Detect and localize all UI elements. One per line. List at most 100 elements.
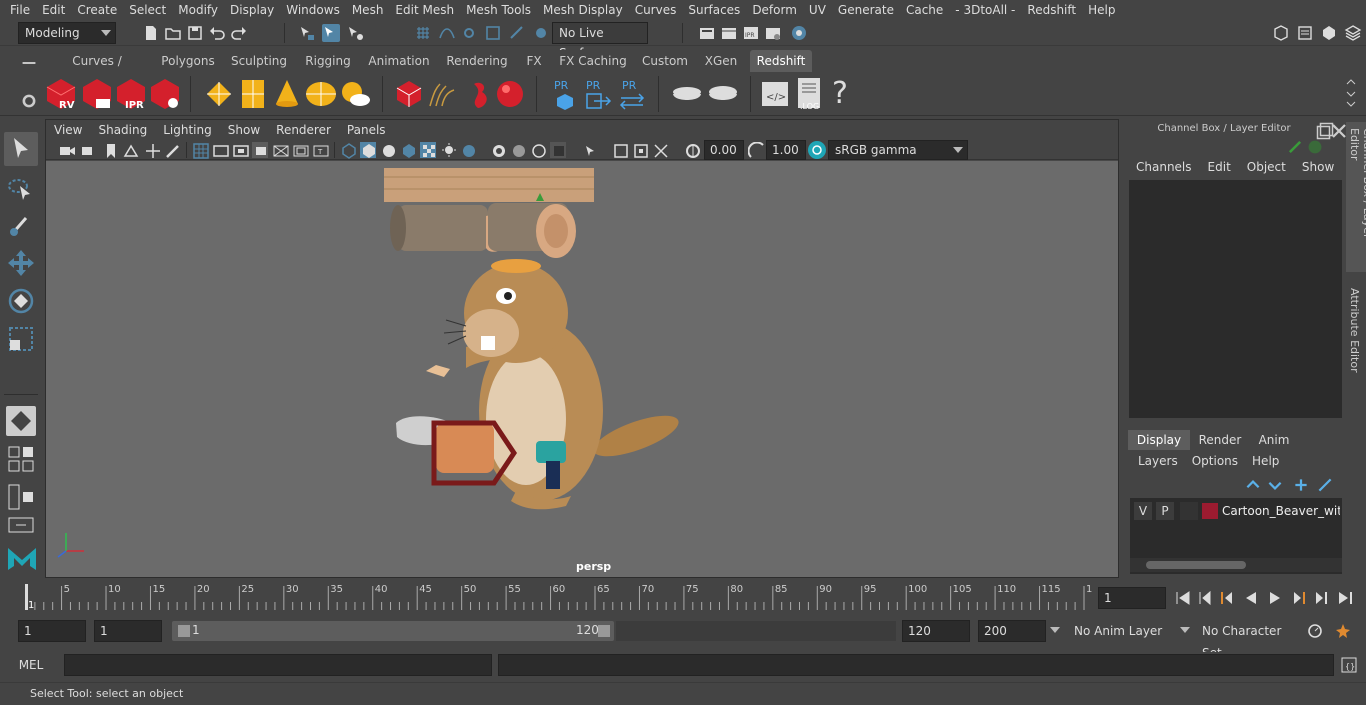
panel-close-icon[interactable]: [1330, 122, 1346, 138]
layout-four-pane-icon[interactable]: [6, 444, 36, 474]
live-surface-field[interactable]: No Live Surface: [552, 22, 648, 60]
menu-curves[interactable]: Curves: [629, 0, 683, 20]
shelf-tab-polygons[interactable]: Polygons: [156, 50, 220, 72]
shelf-settings-icon[interactable]: [20, 92, 36, 108]
panel-menu-panels[interactable]: Panels: [339, 123, 394, 137]
panel-float-icon[interactable]: [1316, 122, 1334, 140]
rs-help-icon[interactable]: ?: [832, 76, 854, 112]
select-by-hierarchy-icon[interactable]: [298, 24, 316, 42]
step-forward-key-icon[interactable]: [1290, 589, 1308, 607]
new-layer-selected-icon[interactable]: [1316, 476, 1332, 492]
rs-material-pie-icon[interactable]: [706, 80, 740, 108]
panel-menu-view[interactable]: View: [46, 123, 90, 137]
layer-type-toggle[interactable]: [1180, 502, 1198, 520]
wireframe-icon[interactable]: [340, 142, 356, 159]
channel-box-key-icon[interactable]: [1286, 138, 1302, 154]
frame-selected-icon[interactable]: [632, 142, 648, 158]
time-slider[interactable]: 1 5 10 15 20 25 30 35 40 45 50 55 60 65 70 75 80 85 90 95 10…: [18, 582, 1099, 612]
tool-settings-icon[interactable]: [1320, 24, 1338, 42]
menu-select[interactable]: Select: [123, 0, 172, 20]
snap-view-plane-icon[interactable]: [484, 24, 502, 42]
new-layer-icon[interactable]: [1292, 476, 1308, 492]
menu-file[interactable]: File: [0, 0, 36, 20]
rs-light-icon[interactable]: [202, 78, 236, 110]
move-layer-up-icon[interactable]: [1244, 476, 1260, 492]
shelf-tab-fx-caching[interactable]: FX Caching: [558, 50, 628, 72]
shelf-scroll[interactable]: [1344, 76, 1358, 112]
field-chart-icon[interactable]: [272, 142, 289, 158]
anim-layer-dropdown[interactable]: No Anim Layer: [1068, 620, 1172, 642]
move-layer-down-icon[interactable]: [1266, 476, 1282, 492]
menu-create[interactable]: Create: [71, 0, 123, 20]
menu-mesh[interactable]: Mesh: [346, 0, 390, 20]
help-menu[interactable]: Help: [1252, 454, 1279, 472]
new-scene-icon[interactable]: [142, 24, 160, 42]
step-forward-icon[interactable]: [1312, 589, 1330, 607]
hypershade-icon[interactable]: [790, 24, 808, 42]
object-menu[interactable]: Object: [1247, 160, 1286, 180]
step-back-icon[interactable]: [1196, 589, 1214, 607]
undo-icon[interactable]: [208, 24, 226, 42]
snap-curve-icon[interactable]: [438, 24, 456, 42]
scene-start-field[interactable]: 1: [18, 620, 86, 642]
soft-select-icon[interactable]: [6, 406, 36, 436]
snap-live-icon[interactable]: [508, 24, 526, 42]
shelf-menu-icon[interactable]: [20, 54, 36, 68]
rs-proxy-icon[interactable]: [394, 78, 424, 110]
open-scene-icon[interactable]: [164, 24, 182, 42]
film-gate-icon[interactable]: [212, 142, 229, 158]
snap-grid-icon[interactable]: [414, 24, 432, 42]
edit-menu[interactable]: Edit: [1208, 160, 1231, 180]
gate-mask-icon[interactable]: [252, 142, 268, 158]
shelf-tab-animation[interactable]: Animation: [366, 50, 432, 72]
camera-icon[interactable]: [58, 142, 75, 158]
make-live-icon[interactable]: [532, 24, 550, 42]
textured-icon[interactable]: [400, 142, 416, 158]
menu-modify[interactable]: Modify: [172, 0, 224, 20]
render-view-icon[interactable]: [764, 24, 782, 42]
grid-toggle-icon[interactable]: [192, 142, 209, 159]
layout-outliner-icon[interactable]: [6, 482, 36, 512]
render-settings-icon[interactable]: [698, 24, 716, 42]
range-slider[interactable]: 1 120: [172, 621, 614, 641]
script-editor-icon[interactable]: {}: [1340, 656, 1358, 674]
menu-uv[interactable]: UV: [803, 0, 832, 20]
scale-tool-icon[interactable]: [4, 322, 38, 356]
menu-generate[interactable]: Generate: [832, 0, 900, 20]
current-frame-field[interactable]: 1: [1098, 587, 1166, 609]
range-slider-end-handle[interactable]: [598, 625, 610, 637]
paint-select-tool-icon[interactable]: [4, 208, 38, 242]
gamma-icon[interactable]: [747, 141, 764, 158]
use-all-lights-icon[interactable]: [420, 142, 436, 158]
rs-area-light-icon[interactable]: [238, 78, 268, 110]
layer-name[interactable]: Cartoon_Beaver_with_: [1222, 502, 1340, 520]
menu-display[interactable]: Display: [224, 0, 280, 20]
range-slider-start-handle[interactable]: [178, 625, 190, 637]
shelf-tab-fx[interactable]: FX: [520, 50, 548, 72]
2d-pan-zoom-icon[interactable]: [144, 142, 160, 158]
shadows-icon[interactable]: [440, 142, 456, 158]
shelf-tab-rigging[interactable]: Rigging: [298, 50, 358, 72]
shelf-tab-custom[interactable]: Custom: [640, 50, 690, 72]
menu-deform[interactable]: Deform: [746, 0, 803, 20]
options-menu[interactable]: Options: [1192, 454, 1238, 472]
layer-tab-display[interactable]: Display: [1128, 430, 1190, 450]
select-tool-icon[interactable]: [4, 132, 38, 166]
ambient-occlusion-icon[interactable]: [460, 142, 476, 158]
safe-action-icon[interactable]: [292, 142, 309, 158]
auto-key-icon[interactable]: [1306, 622, 1324, 640]
xray-components-icon[interactable]: [550, 142, 566, 158]
select-by-object-icon[interactable]: [322, 24, 340, 42]
save-scene-icon[interactable]: [186, 24, 204, 42]
shelf-tab-curves-surfaces[interactable]: Curves / Surfaces: [46, 50, 148, 90]
play-backward-icon[interactable]: [1242, 589, 1260, 607]
menu-3dtoall[interactable]: - 3DtoAll -: [949, 0, 1021, 20]
layer-color-swatch[interactable]: [1202, 503, 1218, 519]
side-tab-channel-box[interactable]: Channel Box / Layer Editor: [1346, 122, 1366, 272]
layer-visibility-toggle[interactable]: V: [1134, 502, 1152, 520]
xray-joints-icon[interactable]: [530, 142, 546, 158]
playback-end-field[interactable]: 120: [902, 620, 970, 642]
shelf-tab-sculpting[interactable]: Sculpting: [228, 50, 290, 72]
side-tab-attribute-editor[interactable]: Attribute Editor: [1346, 282, 1363, 382]
render-frame-icon[interactable]: [720, 24, 738, 42]
